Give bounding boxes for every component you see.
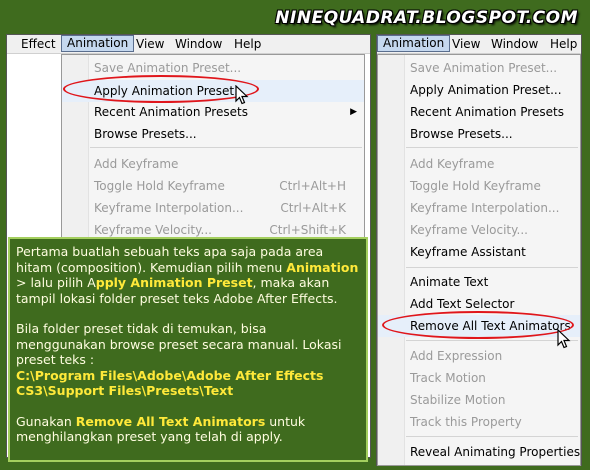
menu-item-keyframe-interpolation[interactable]: Keyframe Interpolation... Ctrl+Alt+K [62,197,364,219]
menu-item-track-this-property[interactable]: Track this Property [378,411,580,433]
menu-item-recent-animation-presets[interactable]: Recent Animation Presets ▶ [62,101,364,123]
menu-item-add-expression[interactable]: Add Expression [378,345,580,367]
mouse-cursor-icon [557,329,571,349]
menu-help[interactable]: Help [229,36,266,52]
submenu-arrow-icon: ▶ [350,107,357,117]
menu-separator [406,340,578,341]
right-screenshot-panel: Animation View Window Help Save Animatio… [376,34,582,466]
menu-item-add-keyframe[interactable]: Add Keyframe [378,153,580,175]
menu-item-apply-animation-preset[interactable]: Apply Animation Preset... [378,79,580,101]
menu-item-animate-text[interactable]: Animate Text [378,271,580,293]
menu-item-track-motion[interactable]: Track Motion [378,367,580,389]
menu-item-keyframe-interpolation[interactable]: Keyframe Interpolation... [378,197,580,219]
site-title: NINEQUADRAT.BLOGSPOT.COM [275,8,578,28]
menu-animation[interactable]: Animation [61,35,135,52]
right-menubar: Animation View Window Help [377,35,581,54]
menu-item-reveal-animating-properties[interactable]: Reveal Animating Properties [378,441,580,463]
preset-path-line-1: C:\Program Files\Adobe\Adobe After Effec… [16,367,324,383]
highlight-ellipse [382,311,574,339]
menu-separator [406,267,578,268]
menu-animation[interactable]: Animation [377,35,451,52]
menu-item-keyframe-assistant[interactable]: Keyframe Assistant [378,241,580,263]
right-animation-dropdown: Save Animation Preset... Apply Animation… [377,54,581,466]
menu-item-toggle-hold-keyframe[interactable]: Toggle Hold Keyframe Ctrl+Alt+H [62,175,364,197]
instruction-paragraph-3: Gunakan Remove All Text Animators untuk … [16,413,306,445]
menu-separator [90,147,362,148]
menu-item-toggle-hold-keyframe[interactable]: Toggle Hold Keyframe [378,175,580,197]
menu-item-keyframe-velocity[interactable]: Keyframe Velocity... [378,219,580,241]
menu-separator [406,147,578,148]
highlight-ellipse [63,75,259,103]
shortcut-label: Ctrl+Alt+K [280,201,346,215]
menu-item-add-keyframe[interactable]: Add Keyframe [62,153,364,175]
menu-window[interactable]: Window [486,36,543,52]
menu-item-recent-animation-presets[interactable]: Recent Animation Presets [378,101,580,123]
menu-window[interactable]: Window [170,36,227,52]
menu-item-stabilize-motion[interactable]: Stabilize Motion [378,389,580,411]
menu-item-browse-presets[interactable]: Browse Presets... [378,123,580,145]
menu-item-browse-presets[interactable]: Browse Presets... [62,123,364,145]
mouse-cursor-icon [235,85,249,105]
instruction-text-box: Pertama buatlah sebuah teks apa saja pad… [8,237,368,462]
preset-path-line-2: CS3\Support Files\Presets\Text [16,383,234,398]
menu-separator [406,436,578,437]
instruction-paragraph-2: Bila folder preset tidak di temukan, bis… [16,321,342,367]
menu-help[interactable]: Help [545,36,582,52]
menu-view[interactable]: View [131,36,169,52]
tutorial-image: NINEQUADRAT.BLOGSPOT.COM Effect Animatio… [0,0,590,470]
menu-item-save-animation-preset[interactable]: Save Animation Preset... [378,57,580,79]
menu-view[interactable]: View [447,36,485,52]
shortcut-label: Ctrl+Alt+H [279,179,346,193]
menu-effect[interactable]: Effect [16,36,61,52]
left-menubar: Effect Animation View Window Help [7,35,370,54]
instruction-paragraph-1: Pertama buatlah sebuah teks apa saja pad… [16,244,359,306]
menu-item-save-animation-preset[interactable]: Save Animation Preset... [62,57,364,79]
